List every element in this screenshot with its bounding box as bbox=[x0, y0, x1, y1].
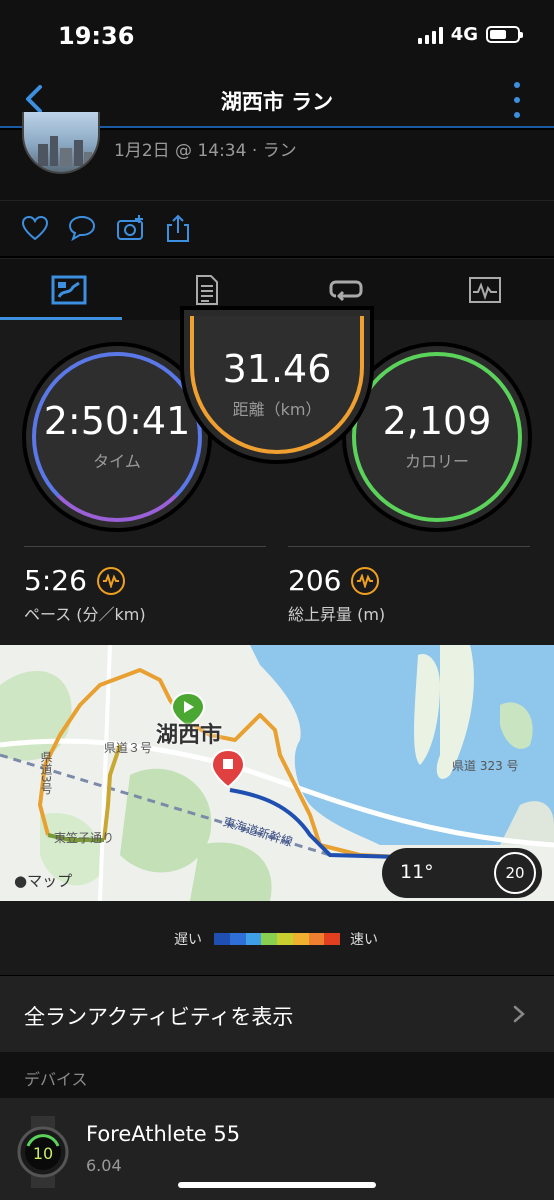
device-section-label: デバイス bbox=[24, 1070, 88, 1089]
status-indicators: 4G bbox=[417, 24, 523, 45]
forest-1 bbox=[0, 670, 72, 761]
wind-speed-icon: 20 bbox=[494, 852, 536, 894]
pace-metric: 5:26 ペース (分／km) bbox=[24, 546, 266, 625]
forest-2 bbox=[120, 768, 212, 873]
chart-icon bbox=[469, 277, 501, 303]
activity-avatar[interactable] bbox=[22, 112, 100, 174]
elevation-value: 206 bbox=[288, 564, 342, 597]
tab-charts[interactable] bbox=[416, 259, 554, 321]
forest-3 bbox=[190, 842, 272, 901]
legend-swatch bbox=[261, 933, 277, 945]
map-attribution: ●マップ bbox=[14, 872, 73, 890]
device-section-header: デバイス bbox=[0, 1052, 554, 1098]
signal-icon bbox=[417, 26, 443, 44]
chevron-right-icon bbox=[513, 1005, 525, 1023]
loop-icon bbox=[329, 280, 363, 302]
elevation-metric: 206 総上昇量 (m) bbox=[288, 546, 530, 625]
legend-swatch bbox=[277, 933, 293, 945]
distance-value: 31.46 bbox=[222, 347, 332, 391]
map-city-label: 湖西市 bbox=[156, 723, 223, 748]
all-run-activities-row[interactable]: 全ランアクティビティを表示 bbox=[0, 976, 554, 1052]
document-icon bbox=[196, 275, 218, 305]
temperature: 11° bbox=[400, 861, 434, 883]
legend-swatch bbox=[214, 933, 230, 945]
pace-value: 5:26 bbox=[24, 564, 87, 597]
tab-overview[interactable] bbox=[0, 259, 138, 321]
pace-legend: 遅い 速い bbox=[0, 901, 554, 975]
activity-header: 1月2日 @ 14:34 · ラン bbox=[0, 112, 554, 200]
legend-swatch bbox=[308, 933, 325, 945]
device-version: 6.04 bbox=[86, 1156, 122, 1175]
legend-swatch bbox=[292, 933, 309, 945]
map-road-label-route3: 県道３号 bbox=[104, 741, 153, 755]
calories-value: 2,109 bbox=[382, 399, 492, 443]
watch-icon: 10 bbox=[17, 1116, 69, 1188]
pace-chart-icon[interactable] bbox=[96, 566, 125, 595]
map-road-label-vertical: 県道3号 bbox=[39, 751, 53, 795]
legend-swatch bbox=[229, 933, 246, 945]
weather-widget: 11° 20 bbox=[382, 848, 542, 898]
apple-logo-icon: ● bbox=[14, 872, 28, 890]
device-name: ForeAthlete 55 bbox=[86, 1122, 241, 1146]
social-actions bbox=[0, 200, 554, 256]
elevation-chart-icon[interactable] bbox=[351, 566, 380, 595]
comment-icon[interactable] bbox=[67, 213, 97, 243]
pace-label: ペース (分／km) bbox=[24, 605, 146, 624]
share-icon[interactable] bbox=[163, 213, 193, 243]
map-road-label-higashi: 東笠子通り bbox=[54, 831, 115, 845]
route-map[interactable]: 湖西市 県道３号 県道 323 号 県道3号 東笠子通り 東海道新幹線 ●マップ… bbox=[0, 645, 554, 901]
add-photo-icon[interactable] bbox=[116, 213, 146, 243]
finish-marker bbox=[210, 748, 246, 789]
status-bar: 19:36 4G bbox=[0, 0, 554, 70]
legend-fast-label: 速い bbox=[350, 932, 378, 948]
legend-color-bar bbox=[214, 933, 340, 945]
svg-text:10: 10 bbox=[33, 1144, 53, 1163]
elevation-label: 総上昇量 (m) bbox=[288, 605, 386, 624]
calories-label: カロリー bbox=[404, 452, 469, 471]
heart-icon[interactable] bbox=[20, 213, 50, 243]
time-label: タイム bbox=[93, 452, 141, 471]
home-indicator[interactable] bbox=[178, 1182, 376, 1188]
lake-water bbox=[250, 645, 554, 845]
all-run-activities-label: 全ランアクティビティを表示 bbox=[24, 1005, 294, 1029]
map-road-label-route323: 県道 323 号 bbox=[452, 759, 519, 773]
status-time: 19:36 bbox=[58, 22, 135, 50]
time-value: 2:50:41 bbox=[43, 399, 191, 443]
legend-swatch bbox=[245, 933, 262, 945]
map-flag-icon bbox=[51, 275, 87, 305]
distance-label: 距離（km） bbox=[232, 400, 322, 419]
more-options-icon[interactable] bbox=[512, 82, 522, 118]
stats-panel: 2:50:41 タイム 2,109 カロリー 31.46 距離（km） 5:26… bbox=[0, 306, 554, 645]
activity-date-type: 1月2日 @ 14:34 · ラン bbox=[114, 141, 297, 161]
legend-swatch bbox=[324, 933, 340, 945]
network-type: 4G bbox=[450, 24, 478, 45]
wind-speed: 20 bbox=[505, 864, 525, 882]
battery-icon bbox=[486, 26, 523, 43]
legend-slow-label: 遅い bbox=[174, 932, 202, 948]
